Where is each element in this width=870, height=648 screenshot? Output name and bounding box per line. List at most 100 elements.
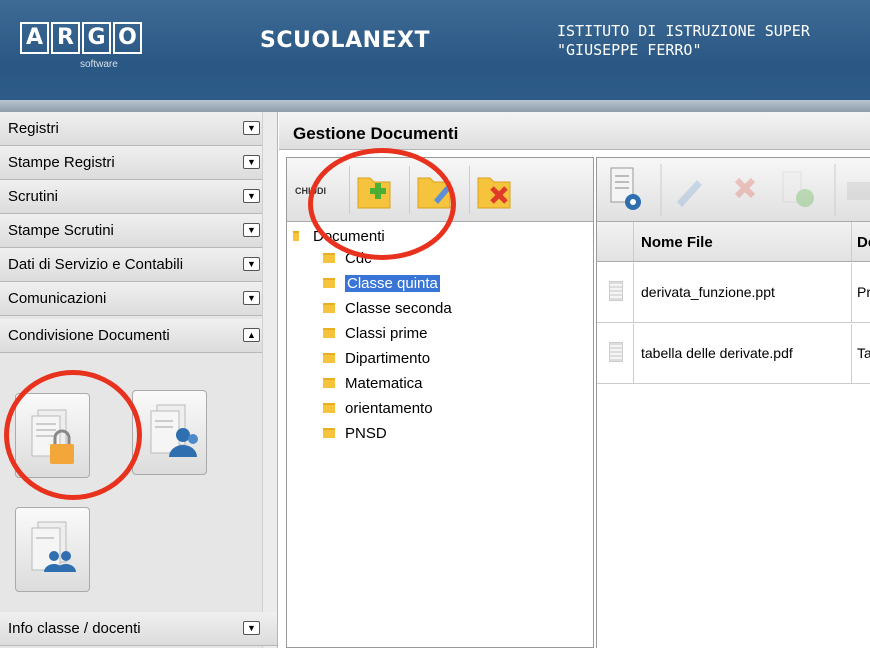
tree-node-label: Documenti <box>313 227 385 245</box>
file-list-panel: Nome File De derivata_funzione.ppt Pr ta… <box>596 157 870 648</box>
tree-node-dipartimento[interactable]: Dipartimento <box>323 348 430 368</box>
column-divider <box>633 222 634 261</box>
file-name-cell: tabella delle derivate.pdf <box>641 345 793 361</box>
sidebar-item-label: Stampe Registri <box>8 154 115 171</box>
upload-file-icon[interactable] <box>782 171 814 207</box>
tree-node-label-selected: Classe quinta <box>345 274 440 292</box>
folder-icon <box>323 303 335 313</box>
tree-node-label: Matematica <box>345 374 423 392</box>
close-button[interactable]: CHIUDI <box>295 186 326 196</box>
add-folder-button[interactable] <box>349 166 397 214</box>
tree-node-classe-quinta[interactable]: Classe quinta <box>323 273 440 293</box>
rename-folder-button[interactable] <box>409 166 457 214</box>
sidebar-item-condivisione-documenti[interactable]: Condivisione Documenti ▲ <box>0 319 277 353</box>
tree-node-label: orientamento <box>345 399 433 417</box>
folder-icon <box>323 278 335 288</box>
file-toolbar-icons <box>610 164 870 216</box>
folder-icon <box>323 353 335 363</box>
expand-toggle-icon[interactable]: ▼ <box>243 621 260 635</box>
tree-node-pnsd[interactable]: PNSD <box>323 423 387 443</box>
expand-toggle-icon[interactable]: ▼ <box>243 121 260 135</box>
tree-root-documenti[interactable]: Documenti <box>293 226 385 246</box>
print-icon[interactable] <box>847 182 870 200</box>
expand-toggle-icon[interactable]: ▼ <box>243 223 260 237</box>
collapse-toggle-icon[interactable]: ▲ <box>243 328 260 342</box>
app-header: A R G O software SCUOLANEXT ISTITUTO DI … <box>0 0 870 108</box>
shared-documents-lock-tile[interactable] <box>15 393 90 478</box>
sidebar-item-label: Condivisione Documenti <box>8 327 170 344</box>
delete-folder-button[interactable] <box>469 166 517 214</box>
tree-node-orientamento[interactable]: orientamento <box>323 398 433 418</box>
column-divider <box>633 324 634 383</box>
sidebar-item-comunicazioni[interactable]: Comunicazioni ▼ <box>0 282 277 316</box>
column-divider <box>633 263 634 322</box>
document-lock-icon <box>31 409 74 464</box>
folder-delete-icon <box>477 177 511 209</box>
file-desc-cell: Ta <box>857 345 870 361</box>
sidebar-item-label: Info classe / docenti <box>8 620 141 637</box>
file-toolbar <box>597 158 870 222</box>
edit-file-icon[interactable] <box>677 180 702 207</box>
folder-icon <box>323 428 335 438</box>
school-line-2: "GIUSEPPE FERRO" <box>557 41 702 59</box>
sidebar-item-label: Dati di Servizio e Contabili <box>8 256 184 273</box>
sidebar-item-registri[interactable]: Registri ▼ <box>0 112 277 146</box>
shared-documents-users-tile[interactable] <box>132 390 207 475</box>
expand-toggle-icon[interactable]: ▼ <box>243 257 260 271</box>
logo-letter: G <box>82 22 111 54</box>
sidebar-item-stampe-registri[interactable]: Stampe Registri ▼ <box>0 146 277 180</box>
folder-add-icon <box>357 177 391 209</box>
tree-node-classi-prime[interactable]: Classi prime <box>323 323 428 343</box>
expand-toggle-icon[interactable]: ▼ <box>243 189 260 203</box>
tree-node-matematica[interactable]: Matematica <box>323 373 423 393</box>
page-title: Gestione Documenti <box>279 112 870 150</box>
logo-letter: O <box>113 22 142 54</box>
header-divider <box>0 100 870 112</box>
column-divider <box>851 222 852 261</box>
table-row[interactable]: tabella delle derivate.pdf Ta <box>597 324 870 384</box>
file-icon <box>609 281 623 301</box>
tree-node-classe-seconda[interactable]: Classe seconda <box>323 298 452 318</box>
document-users-icon <box>150 404 198 457</box>
tree-toolbar: CHIUDI <box>287 158 593 222</box>
tree-node-cdc[interactable]: Cdc <box>323 248 372 268</box>
folder-icon <box>323 403 335 413</box>
document-group-icon <box>31 521 76 572</box>
sidebar-item-label: Registri <box>8 120 59 137</box>
new-file-icon[interactable] <box>610 167 641 210</box>
school-name: ISTITUTO DI ISTRUZIONE SUPER "GIUSEPPE FE… <box>557 22 810 60</box>
folder-tree-panel: CHIUDI Documenti Cdc Classe quinta Class… <box>286 157 594 648</box>
tree-node-label: Classi prime <box>345 324 428 342</box>
app-name: SCUOLANEXT <box>260 28 431 53</box>
shared-documents-group-tile[interactable] <box>15 507 90 592</box>
expand-toggle-icon[interactable]: ▼ <box>243 155 260 169</box>
delete-file-icon[interactable] <box>734 177 756 199</box>
argo-logo: A R G O <box>20 22 142 54</box>
logo-letter: A <box>20 22 49 54</box>
sidebar-item-dati-servizio[interactable]: Dati di Servizio e Contabili ▼ <box>0 248 277 282</box>
file-grid-header: Nome File De <box>597 222 870 262</box>
tree-node-label: Dipartimento <box>345 349 431 367</box>
column-header-descrizione[interactable]: De <box>857 234 870 251</box>
sidebar-item-info-classe[interactable]: Info classe / docenti ▼ <box>0 612 277 646</box>
folder-icon <box>323 378 335 388</box>
column-divider <box>851 324 852 383</box>
sidebar-item-stampe-scrutini[interactable]: Stampe Scrutini ▼ <box>0 214 277 248</box>
folder-icon <box>323 253 335 263</box>
folder-edit-icon <box>417 177 451 209</box>
logo-subtitle: software <box>80 59 118 70</box>
sidebar-scrollbar[interactable] <box>262 112 277 648</box>
sidebar-item-scrutini[interactable]: Scrutini ▼ <box>0 180 277 214</box>
expand-toggle-icon[interactable]: ▼ <box>243 291 260 305</box>
table-row[interactable]: derivata_funzione.ppt Pr <box>597 263 870 323</box>
folder-icon <box>323 328 335 338</box>
tree-node-label: PNSD <box>345 424 387 442</box>
column-divider <box>851 263 852 322</box>
tree-node-label: Cdc <box>345 249 372 267</box>
sidebar-item-label: Scrutini <box>8 188 59 205</box>
tree-node-label: Classe seconda <box>345 299 452 317</box>
file-icon <box>609 342 623 362</box>
column-header-nome-file[interactable]: Nome File <box>641 234 713 251</box>
sidebar-item-label: Comunicazioni <box>8 290 107 307</box>
sidebar: Registri ▼ Stampe Registri ▼ Scrutini ▼ Sta… <box>0 112 278 648</box>
